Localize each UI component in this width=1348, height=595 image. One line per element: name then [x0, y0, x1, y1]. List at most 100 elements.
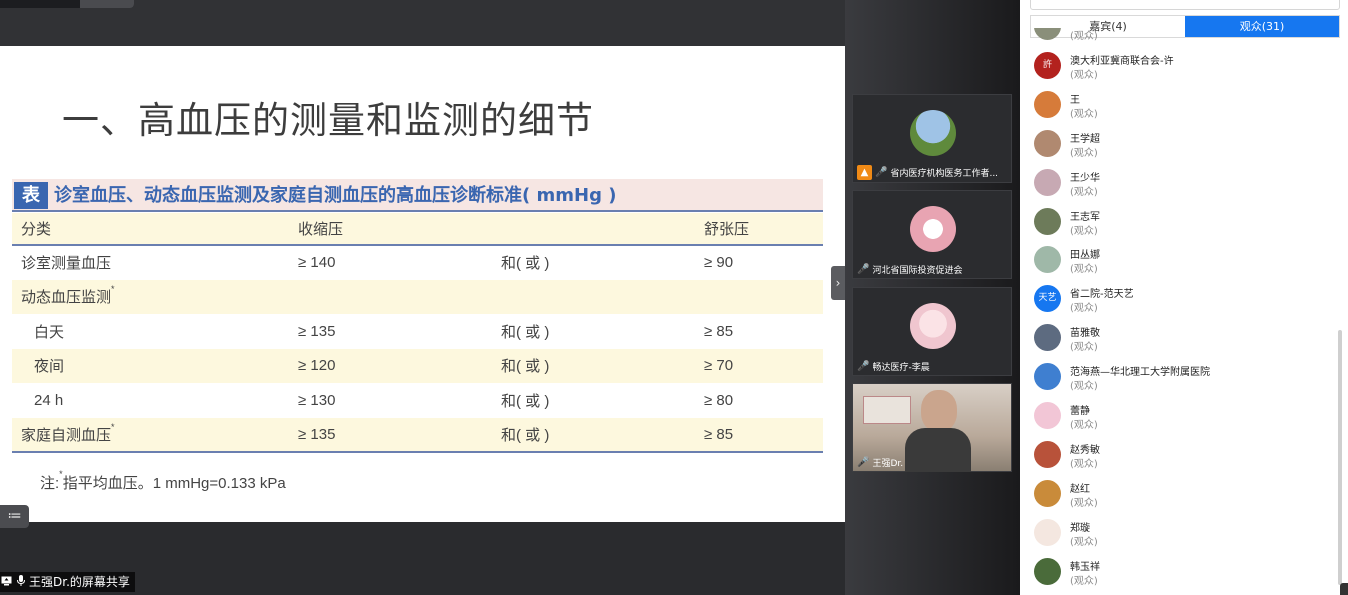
participant-row[interactable]: 蕾静 (观众) — [1034, 397, 1334, 436]
row-category: 诊室测量血压 — [12, 245, 298, 280]
row-category-text: 家庭自测血压 — [21, 426, 112, 444]
collapse-panel-handle[interactable]: › — [831, 266, 845, 300]
participant-role: (观众) — [1070, 497, 1098, 509]
participant-row[interactable]: 天艺 省二院-范天艺 (观众) — [1034, 280, 1334, 319]
participant-role: (观众) — [1070, 31, 1098, 42]
participant-list-scrollbar[interactable] — [1338, 330, 1342, 585]
table-caption: 表 1 诊室血压、动态血压监测及家庭自测血压的高血压诊断标准( mmHg ) — [12, 179, 823, 233]
footnote-prefix: 注: — [40, 475, 60, 492]
row-category-text: 白天 — [34, 323, 65, 341]
row-systolic: ≥ 135 — [298, 322, 336, 340]
participant-role: (观众) — [1070, 147, 1098, 159]
participant-row[interactable]: 赵秀敏 (观众) — [1034, 436, 1334, 475]
participant-avatar — [1034, 402, 1061, 429]
participant-row[interactable]: 韩玉祥 (观众) — [1034, 553, 1334, 592]
row-diastolic: ≥ 70 — [704, 357, 734, 375]
share-toolbar — [0, 0, 845, 46]
participant-name: 赵红 — [1070, 483, 1090, 495]
participant-avatar — [1034, 440, 1061, 468]
row-conjunction — [501, 280, 704, 315]
screen-share-area: 一、高血压的测量和监测的细节 表 1 诊室血压、动态血压监测及家庭自测血压的高血… — [0, 0, 845, 595]
share-toolbar-button[interactable] — [80, 0, 134, 8]
chevron-right-icon: › — [835, 276, 841, 290]
row-category: 动态血压监测* — [12, 280, 298, 315]
participant-row[interactable]: 王学超 (观众) — [1034, 125, 1334, 164]
video-tiles-column: ▲ 🎤 省内医疗机构医务工作者... 🎤 河北省国际投资促进会 🎤 畅达医疗-李… — [845, 0, 1020, 595]
row-footnote-mark: * — [111, 421, 115, 432]
video-tile-name-text: 畅达医疗-李晨 — [872, 363, 930, 373]
microphone-icon — [17, 572, 25, 592]
row-systolic: ≥ 120 — [298, 357, 336, 375]
participant-name: 范海燕—华北理工大学附属医院 — [1070, 367, 1210, 379]
participant-row[interactable]: (观众) — [1034, 28, 1334, 47]
participant-name: 田丛娜 — [1070, 250, 1100, 262]
participant-avatar — [1034, 246, 1061, 274]
participant-name: 赵秀敏 — [1070, 444, 1100, 456]
participant-row[interactable]: 許澳大利亚冀商联合会-许 (观众) — [1034, 47, 1334, 86]
participant-avatar — [1034, 518, 1061, 546]
participant-avatar — [1034, 324, 1061, 352]
participant-row[interactable]: 范海燕—华北理工大学附属医院 (观众) — [1034, 358, 1334, 397]
participant-list: (观众) 許澳大利亚冀商联合会-许 (观众) 王 (观众) 王学超 (观众) 王少华 (观众) 王… — [1020, 28, 1348, 595]
list-toggle-button[interactable]: ≔ — [0, 505, 29, 528]
participant-name: 王 — [1070, 94, 1080, 106]
participant-row[interactable]: 郑璇 (观众) — [1034, 514, 1334, 553]
participant-row[interactable]: 王志军 (观众) — [1034, 203, 1334, 242]
table-row: 家庭自测血压* ≥ 135 和( 或 ) ≥ 85 — [12, 417, 823, 453]
participant-role: (观众) — [1070, 342, 1098, 354]
video-tile-name: ▲ 🎤 省内医疗机构医务工作者... — [857, 165, 998, 180]
background-poster — [863, 396, 911, 424]
scroll-corner — [1340, 583, 1348, 595]
row-category-text: 诊室测量血压 — [21, 255, 112, 273]
row-conjunction: 和( 或 ) — [501, 392, 550, 410]
video-tile[interactable]: 🎤 河北省国际投资促进会 — [852, 190, 1012, 279]
video-tile[interactable]: 🎤 畅达医疗-李晨 — [852, 287, 1012, 376]
table-row: 诊室测量血压 ≥ 140 和( 或 ) ≥ 90 — [12, 245, 823, 280]
row-category: 白天 — [12, 314, 298, 349]
video-tile[interactable]: ▲ 🎤 省内医疗机构医务工作者... — [852, 94, 1012, 183]
participant-row[interactable]: 田丛娜 (观众) — [1034, 241, 1334, 280]
participant-row[interactable]: 王少华 (观众) — [1034, 164, 1334, 203]
video-tile-name-text: 河北省国际投资促进会 — [872, 266, 963, 276]
participant-avatar — [910, 206, 956, 252]
row-diastolic: ≥ 90 — [704, 254, 734, 272]
search-input[interactable] — [1030, 0, 1340, 10]
footnote-text: 指平均血压。1 mmHg=0.133 kPa — [62, 475, 286, 492]
row-diastolic — [704, 280, 823, 315]
participant-role: (观众) — [1070, 420, 1098, 431]
row-category: 24 h — [12, 383, 298, 418]
row-category-text: 24 h — [34, 391, 64, 409]
meeting-window: 一、高血压的测量和监测的细节 表 1 诊室血压、动态血压监测及家庭自测血压的高血… — [0, 0, 1348, 595]
col-header-diastolic: 舒张压 — [704, 213, 823, 246]
table-badge: 表 1 — [14, 182, 48, 233]
row-diastolic: ≥ 80 — [704, 391, 734, 409]
participant-role: (观众) — [1070, 575, 1098, 587]
participant-avatar — [1034, 479, 1061, 507]
slide-title: 一、高血压的测量和监测的细节 — [62, 99, 594, 142]
video-tile-name-text: 省内医疗机构医务工作者... — [890, 169, 999, 179]
participant-role: (观众) — [1070, 186, 1098, 198]
video-tile-name: 🎤 王强Dr. — [857, 456, 903, 469]
row-systolic: ≥ 130 — [298, 391, 336, 409]
row-systolic: ≥ 135 — [298, 417, 501, 453]
participant-name: 澳大利亚冀商联合会-许 — [1070, 55, 1174, 67]
video-tile-name-text: 王强Dr. — [872, 459, 904, 469]
table-row: 夜间 ≥ 120 和( 或 ) ≥ 70 — [12, 348, 823, 383]
participant-name: 王志军 — [1070, 211, 1100, 223]
screen-share-label: 王强Dr.的屏幕共享 — [0, 572, 135, 592]
speaker-face — [921, 390, 957, 432]
participant-row[interactable]: 赵红 (观众) — [1034, 475, 1334, 514]
table-footnote: 注:*指平均血压。1 mmHg=0.133 kPa — [40, 469, 286, 493]
col-header-category: 分类 — [12, 213, 298, 246]
participant-name: 苗雅敬 — [1070, 328, 1100, 340]
row-conjunction: 和( 或 ) — [501, 323, 550, 341]
row-category-text: 动态血压监测 — [21, 289, 112, 307]
row-diastolic: ≥ 85 — [704, 417, 823, 453]
participant-row[interactable]: 苗雅敬 (观众) — [1034, 319, 1334, 358]
share-toolbar-controls[interactable] — [0, 0, 134, 8]
video-tile-active-speaker[interactable]: 🎤 王强Dr. — [852, 383, 1012, 472]
list-icon: ≔ — [7, 508, 22, 524]
participant-row[interactable]: 王 (观众) — [1034, 86, 1334, 125]
participant-name: 省二院-范天艺 — [1070, 289, 1134, 301]
presentation-slide: 一、高血压的测量和监测的细节 表 1 诊室血压、动态血压监测及家庭自测血压的高血… — [0, 46, 845, 522]
